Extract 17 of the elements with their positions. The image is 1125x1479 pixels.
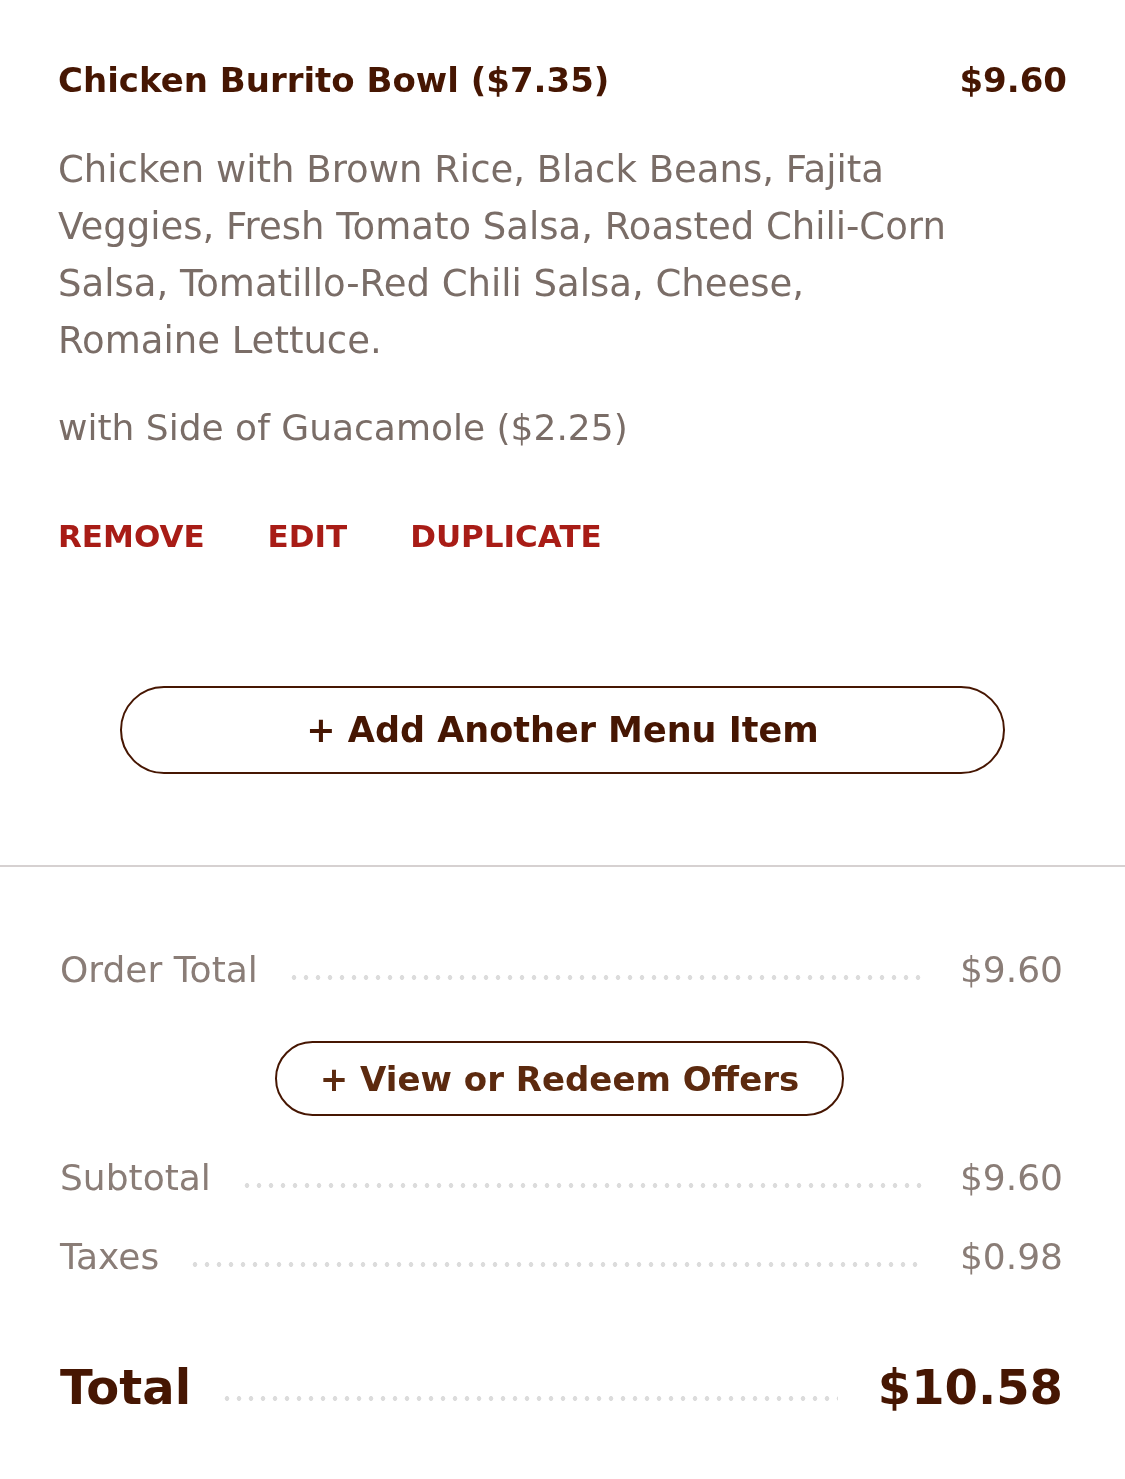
side-item-text: with Side of Guacamole ($2.25) <box>58 406 628 450</box>
add-item-button[interactable]: + Add Another Menu Item <box>120 686 1005 774</box>
summary-label: Taxes <box>60 1235 160 1279</box>
duplicate-link[interactable]: DUPLICATE <box>410 516 602 556</box>
view-offers-button[interactable]: + View or Redeem Offers <box>275 1041 844 1116</box>
edit-link[interactable]: EDIT <box>267 516 348 556</box>
total-label: Total <box>60 1358 192 1417</box>
remove-link[interactable]: REMOVE <box>58 516 205 556</box>
summary-value: $0.98 <box>959 1235 1063 1279</box>
item-price: $9.60 <box>959 59 1067 102</box>
total-value: $10.58 <box>877 1358 1063 1417</box>
summary-value: $9.60 <box>959 1156 1063 1200</box>
summary-label: Order Total <box>60 948 258 992</box>
item-description: Chicken with Brown Rice, Black Beans, Fajita Veggies, Fresh Tomato Salsa, Roasted Chili-Corn Salsa, Tomatillo-Red Chili Salsa, Cheese, Romaine Lettuce. <box>58 147 947 364</box>
summary-value: $9.60 <box>959 948 1063 992</box>
summary-label: Subtotal <box>60 1156 211 1200</box>
item-title: Chicken Burrito Bowl ($7.35) <box>58 59 610 102</box>
